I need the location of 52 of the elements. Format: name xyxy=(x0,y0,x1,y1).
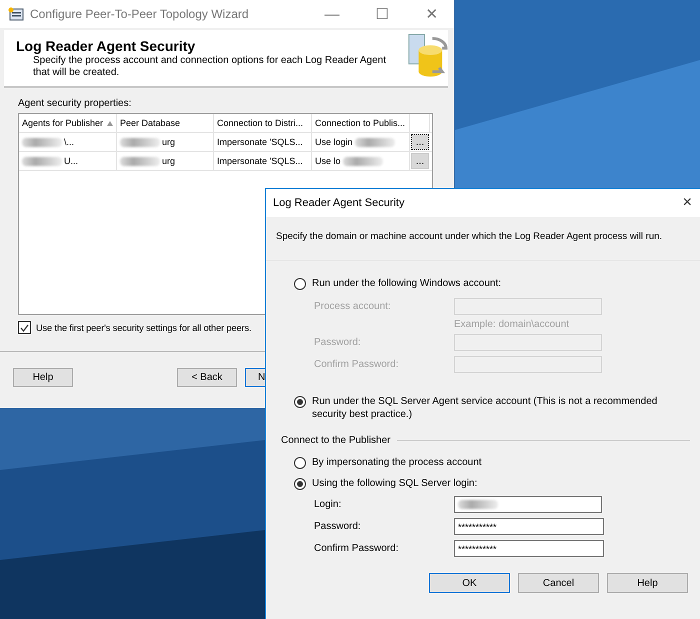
wizard-button[interactable]: < Back xyxy=(177,368,237,387)
radio-label: Run under the following Windows account: xyxy=(312,277,501,290)
table-cell: urg xyxy=(117,152,214,170)
table-cell: \... xyxy=(19,133,117,151)
radio-button[interactable] xyxy=(294,396,306,408)
maximize-button[interactable]: ☐ xyxy=(360,5,404,23)
radio-button[interactable] xyxy=(294,457,306,469)
intro-text: Specify the domain or machine account under which the Log Reader Agent process will run. xyxy=(266,217,700,261)
browse-button[interactable]: ... xyxy=(411,134,429,150)
field-label: Password: xyxy=(314,337,362,348)
wizard-button[interactable]: Help xyxy=(13,368,73,387)
column-header[interactable]: Agents for Publisher xyxy=(19,114,117,132)
field-hint: Example: domain\account xyxy=(454,319,570,330)
table-cell: urg xyxy=(117,133,214,151)
input-field[interactable]: *********** xyxy=(454,518,604,535)
column-header[interactable]: Peer Database xyxy=(117,114,214,132)
field-label: Login: xyxy=(314,499,342,510)
dialog-button[interactable]: Cancel xyxy=(518,573,599,593)
input-field[interactable] xyxy=(454,496,602,513)
column-header[interactable]: Connection to Distri... xyxy=(214,114,312,132)
page-title: Log Reader Agent Security xyxy=(16,38,196,54)
minimize-button[interactable]: — xyxy=(310,6,354,22)
dialog-button[interactable]: Help xyxy=(607,573,688,593)
sort-icon xyxy=(107,120,113,126)
field-label: Password: xyxy=(314,521,362,532)
radio-label: Using the following SQL Server login: xyxy=(312,477,478,490)
close-button[interactable]: × xyxy=(682,194,692,212)
table-cell: Use login xyxy=(312,133,410,151)
radio-label: Run under the SQL Server Agent service account (This is not a recommended security best practice.) xyxy=(312,395,658,421)
radio-button[interactable] xyxy=(294,478,306,490)
dialog-button[interactable]: OK xyxy=(429,573,510,593)
window-title: Configure Peer-To-Peer Topology Wizard xyxy=(30,7,250,21)
checkbox-label: Use the first peer's security settings for all other peers. xyxy=(36,322,252,332)
wizard-app-icon xyxy=(8,7,24,21)
page-subtitle: Specify the process account and connection options for each Log Reader Agent that will be created. xyxy=(33,55,388,79)
input-field[interactable]: *********** xyxy=(454,540,604,557)
grid-label: Agent security properties: xyxy=(18,98,132,109)
group-label: Connect to the Publisher xyxy=(281,435,391,446)
table-cell: Impersonate 'SQLS... xyxy=(214,133,312,151)
close-button[interactable]: ✕ xyxy=(410,5,454,23)
table-cell: U... xyxy=(19,152,117,170)
table-cell: Use lo xyxy=(312,152,410,170)
table-cell: Impersonate 'SQLS... xyxy=(214,152,312,170)
column-header[interactable]: Connection to Publis... xyxy=(312,114,410,132)
dialog-title: Log Reader Agent Security xyxy=(273,197,404,209)
radio-label: By impersonating the process account xyxy=(312,456,482,469)
field-label: Confirm Password: xyxy=(314,359,400,370)
field-label: Confirm Password: xyxy=(314,543,400,554)
browse-button[interactable]: ... xyxy=(411,153,429,169)
radio-button[interactable] xyxy=(294,278,306,290)
checkbox[interactable] xyxy=(18,321,31,334)
field-label: Process account: xyxy=(314,301,392,312)
